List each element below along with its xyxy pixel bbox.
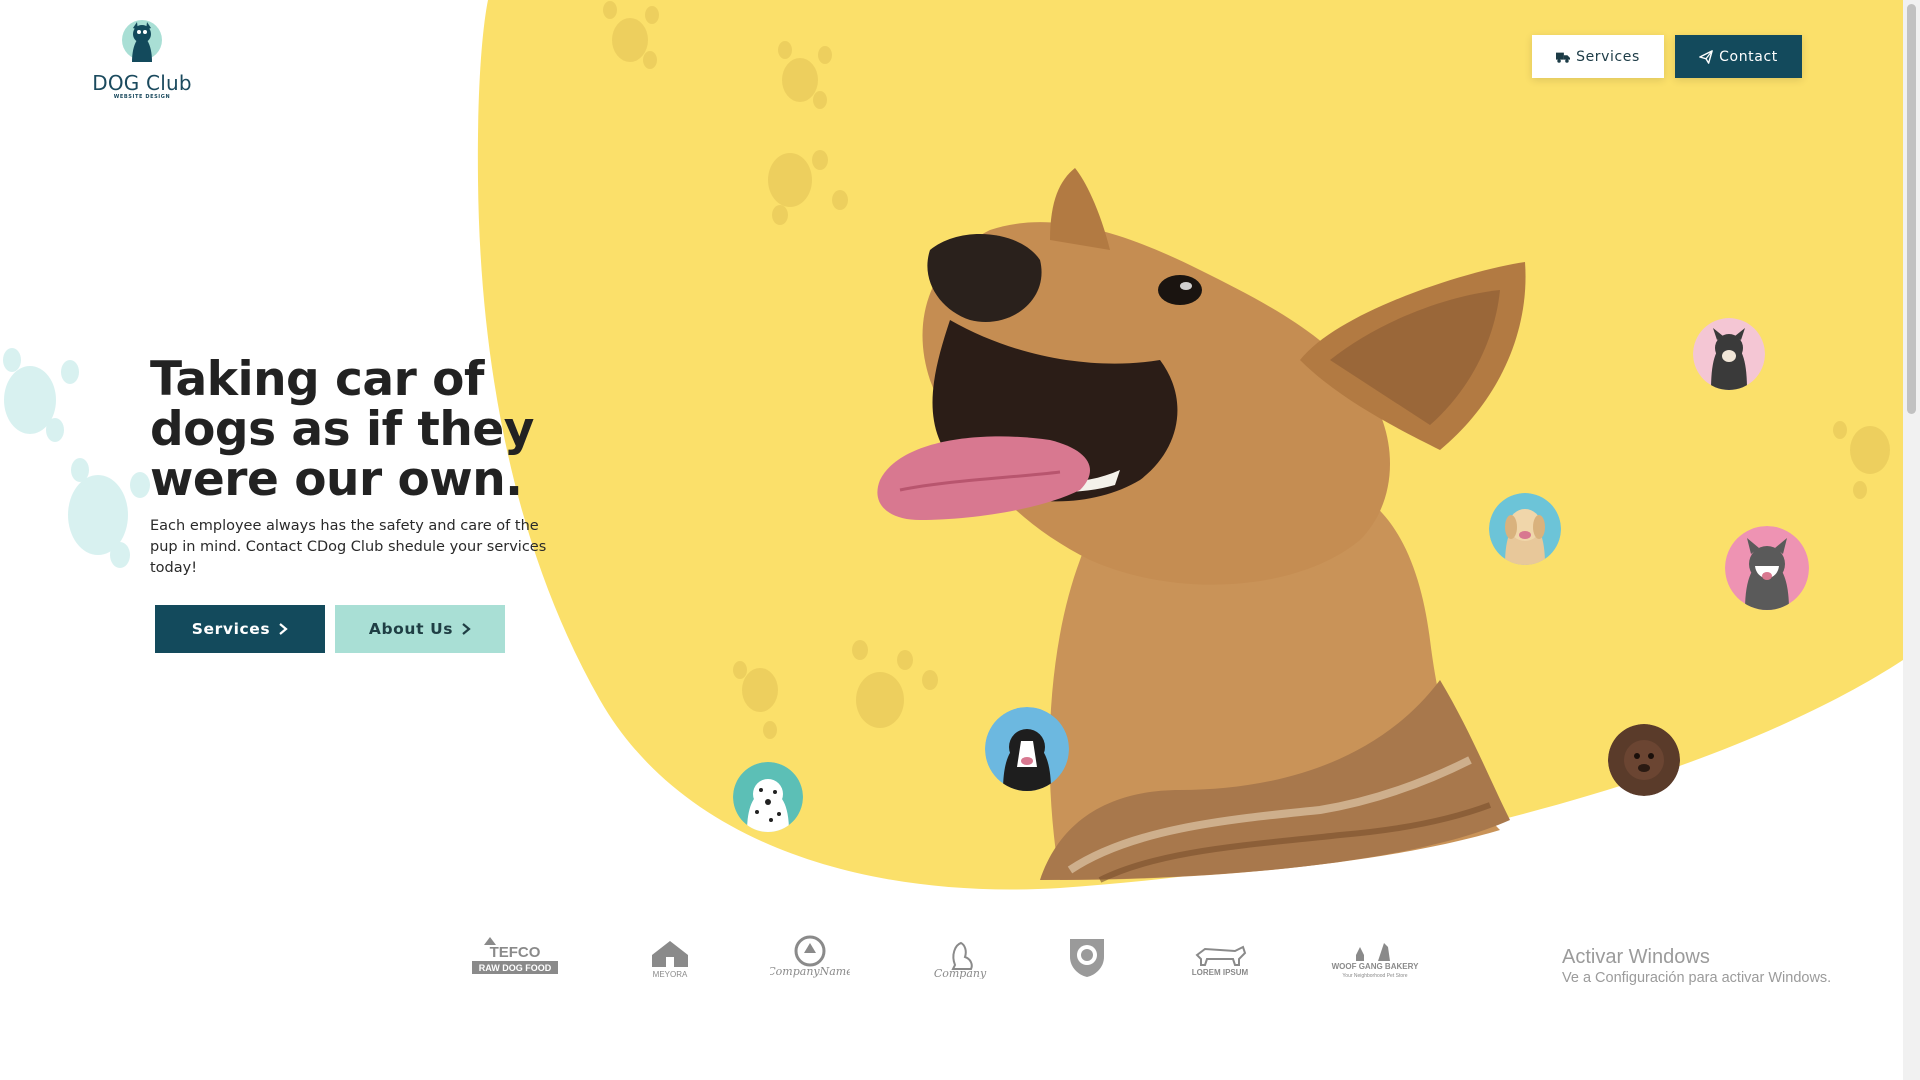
hero-about-button[interactable]: About Us bbox=[335, 605, 505, 653]
scrollbar-thumb[interactable] bbox=[1907, 4, 1916, 414]
svg-text:MEYORA: MEYORA bbox=[653, 970, 688, 979]
shield-logo-icon bbox=[1070, 939, 1104, 977]
tefco-logo-icon: TEFCO RAW DOG FOOD bbox=[472, 937, 558, 974]
brand-name: DOG Club bbox=[92, 71, 192, 95]
partner-logo-badge bbox=[1062, 935, 1112, 985]
svg-text:WOOF GANG BAKERY: WOOF GANG BAKERY bbox=[1332, 962, 1419, 971]
dog-avatar-husky bbox=[1725, 526, 1809, 610]
watermark-subtitle: Ve a Configuración para activar Windows. bbox=[1562, 970, 1832, 986]
chevron-right-icon bbox=[462, 623, 471, 635]
hero-about-label: About Us bbox=[368, 620, 454, 638]
partner-logo-tefco: TEFCO RAW DOG FOOD bbox=[470, 935, 560, 985]
brand-logo[interactable]: DOG Club WEBSITE DESIGN bbox=[92, 18, 192, 100]
hero-services-button[interactable]: Services bbox=[155, 605, 325, 653]
nav-services-button[interactable]: Services bbox=[1532, 35, 1664, 78]
cat-logo-icon: CompanyName bbox=[767, 935, 853, 978]
svg-text:LOREM IPSUM: LOREM IPSUM bbox=[1192, 968, 1249, 977]
partner-logo-woofgang: WOOF GANG BAKERY Your Neighborhood Pet S… bbox=[1320, 935, 1430, 985]
hero-subcopy: Each employee always has the safety and … bbox=[150, 518, 547, 576]
watermark-title: Activar Windows bbox=[1562, 946, 1710, 968]
nav-services-label: Services bbox=[1576, 48, 1640, 65]
hero-headline: Taking car of dogs as if they were our o… bbox=[150, 352, 534, 507]
dog-sitting-logo-icon: Company bbox=[934, 941, 987, 980]
partner-logos: TEFCO RAW DOG FOOD MEYORA CompanyName Co… bbox=[470, 935, 1430, 995]
paper-plane-icon bbox=[1699, 49, 1713, 64]
windows-activation-watermark: Activar Windows Ve a Configuración para … bbox=[1562, 945, 1831, 987]
nav-contact-label: Contact bbox=[1719, 48, 1778, 65]
hero-services-label: Services bbox=[191, 620, 271, 638]
partner-logo-companyname: CompanyName bbox=[767, 935, 853, 985]
dog-logo-icon bbox=[122, 20, 162, 62]
dog-avatar-dalmatian bbox=[733, 762, 803, 832]
dog-avatar-golden bbox=[1489, 493, 1561, 565]
svg-text:Your Neighborhood Pet Store: Your Neighborhood Pet Store bbox=[1342, 973, 1407, 979]
svg-text:Company: Company bbox=[934, 967, 987, 979]
chevron-right-icon bbox=[279, 623, 288, 635]
top-nav: Services Contact bbox=[1532, 35, 1802, 78]
svg-text:TEFCO: TEFCO bbox=[490, 944, 541, 961]
partner-logo-lorem: LOREM IPSUM bbox=[1185, 935, 1255, 985]
partner-logo-company: Company bbox=[925, 935, 995, 985]
dogs-logo-icon: WOOF GANG BAKERY Your Neighborhood Pet S… bbox=[1332, 943, 1419, 979]
paw-prints-left bbox=[3, 348, 150, 568]
svg-text:CompanyName: CompanyName bbox=[770, 965, 850, 978]
dog-avatar-chocolate bbox=[1608, 724, 1680, 796]
svg-text:RAW DOG FOOD: RAW DOG FOOD bbox=[479, 963, 552, 973]
dog-avatar-mixed bbox=[1693, 318, 1765, 390]
house-logo-icon: MEYORA bbox=[652, 941, 688, 979]
partner-logo-meyora: MEYORA bbox=[640, 935, 700, 985]
dog-avatar-collie bbox=[985, 707, 1069, 791]
page-scrollbar[interactable] bbox=[1903, 0, 1920, 1080]
truck-icon bbox=[1556, 52, 1571, 63]
dachshund-logo-icon: LOREM IPSUM bbox=[1192, 945, 1249, 977]
nav-contact-button[interactable]: Contact bbox=[1675, 35, 1802, 78]
